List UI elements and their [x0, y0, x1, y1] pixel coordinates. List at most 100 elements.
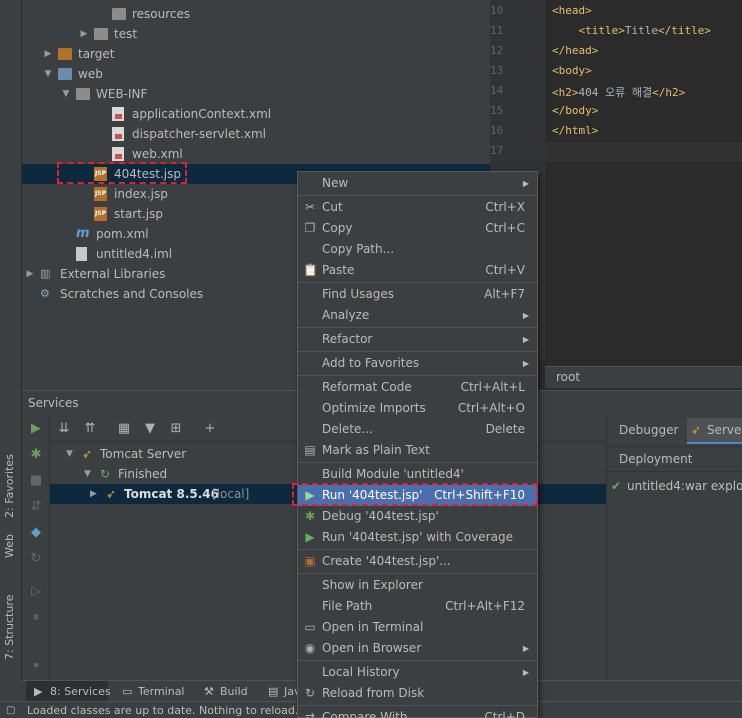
chevron-right-icon[interactable]: ▶: [90, 484, 97, 504]
editor-breadcrumb[interactable]: root: [545, 366, 742, 388]
menu-item[interactable]: Show in Explorer: [298, 575, 537, 596]
menu-item[interactable]: Add to Favorites ▶: [298, 353, 537, 374]
code-tag: <head>: [552, 4, 592, 17]
jsp-file-icon: ▣: [304, 554, 316, 568]
tree-item[interactable]: ▶ test: [22, 24, 490, 44]
tree-item-label: index.jsp: [114, 187, 168, 201]
tree-item[interactable]: dispatcher-servlet.xml: [22, 124, 490, 144]
refresh-icon[interactable]: ↻: [27, 551, 45, 569]
tree-item-label: web: [78, 67, 103, 81]
chevron-down-icon[interactable]: ▼: [42, 64, 54, 84]
menu-item-shortcut: Ctrl+D: [484, 710, 525, 718]
new-tab-icon[interactable]: ⊞: [168, 421, 184, 437]
chevron-right-icon[interactable]: ▶: [78, 24, 90, 44]
side-tool-web[interactable]: Web: [0, 528, 22, 573]
menu-item[interactable]: ▶ Run '404test.jsp' with Coverage: [298, 527, 537, 548]
menu-item-shortcut: Alt+F7: [484, 287, 525, 301]
add-icon[interactable]: +: [202, 421, 218, 437]
menu-item[interactable]: Delete... Delete: [298, 419, 537, 440]
menu-item[interactable]: Analyze ▶: [298, 305, 537, 326]
menu-item[interactable]: Build Module 'untitled4': [298, 464, 537, 485]
menu-item[interactable]: 📋 Paste Ctrl+V: [298, 260, 537, 281]
menu-item[interactable]: ▶ Run '404test.jsp' Ctrl+Shift+F10: [298, 485, 537, 506]
menu-item-label: Find Usages: [322, 287, 395, 301]
menu-item[interactable]: ◉ Open in Browser ▶: [298, 638, 537, 659]
check-icon: ✔: [611, 479, 622, 493]
menu-item[interactable]: Optimize Imports Ctrl+Alt+O: [298, 398, 537, 419]
menu-item[interactable]: File Path Ctrl+Alt+F12: [298, 596, 537, 617]
menu-item[interactable]: Reformat Code Ctrl+Alt+L: [298, 377, 537, 398]
group-by-icon[interactable]: ▦: [116, 421, 132, 437]
tab-server[interactable]: ➶ Server: [687, 418, 742, 444]
menu-item[interactable]: ▤ Mark as Plain Text: [298, 440, 537, 461]
menu-item[interactable]: ↻ Reload from Disk: [298, 683, 537, 704]
code-line[interactable]: </head>: [552, 44, 598, 57]
code-line[interactable]: <title>Title</title>: [552, 24, 710, 37]
server-details-panel: Debugger ➶ Server Deployment ✔ untitled4…: [606, 416, 742, 680]
code-line[interactable]: </html>: [552, 124, 598, 137]
xml-file-icon: [112, 147, 124, 161]
chevron-right-icon[interactable]: ▶: [24, 264, 36, 284]
collapse-all-icon[interactable]: ⇈: [82, 421, 98, 437]
resume-icon[interactable]: ▷: [27, 584, 45, 602]
menu-item[interactable]: Copy Path...: [298, 239, 537, 260]
iml-file-icon: [76, 247, 87, 261]
menu-item[interactable]: Refactor ▶: [298, 329, 537, 350]
jsp-file-icon: JSP: [94, 187, 107, 201]
code-line[interactable]: <body>: [552, 64, 592, 77]
pause-icon[interactable]: ⏸: [27, 610, 45, 628]
menu-item[interactable]: ▭ Open in Terminal: [298, 617, 537, 638]
chevron-down-icon[interactable]: ▼: [84, 464, 91, 484]
tab-label: Build: [220, 685, 248, 698]
tab-debugger[interactable]: Debugger: [619, 423, 678, 437]
menu-item-label: Optimize Imports: [322, 401, 426, 415]
menu-item[interactable]: ✂ Cut Ctrl+X: [298, 197, 537, 218]
debug-icon[interactable]: ✱: [27, 447, 45, 465]
tree-item[interactable]: resources: [22, 4, 490, 24]
chevron-down-icon[interactable]: ▼: [60, 84, 72, 104]
side-tool-favorites[interactable]: 2: Favorites: [0, 440, 22, 520]
services-left-tools: ▶ ✱ ■ ⇵ ◆ ↻ ▷ ⏸ »: [22, 416, 50, 680]
tab-terminal[interactable]: ▭ Terminal: [118, 681, 190, 702]
menu-item[interactable]: ❐ Copy Ctrl+C: [298, 218, 537, 239]
tree-item[interactable]: ▼ web: [22, 64, 490, 84]
tree-item[interactable]: ▼ WEB-INF: [22, 84, 490, 104]
side-tool-label: 7: Structure: [3, 594, 16, 660]
menu-item-label: Copy Path...: [322, 242, 395, 256]
menu-separator: [298, 705, 537, 706]
menu-item[interactable]: ⇄ Compare With... Ctrl+D: [298, 707, 537, 718]
tab-java[interactable]: ▤ Java: [268, 681, 298, 702]
artifact-icon[interactable]: ◆: [27, 525, 45, 543]
chevron-down-icon[interactable]: ▼: [66, 444, 73, 464]
line-number: 10: [490, 4, 504, 17]
expand-all-icon[interactable]: ⇊: [56, 421, 72, 437]
tree-item[interactable]: ▶ target: [22, 44, 490, 64]
breadcrumb-root[interactable]: root: [556, 370, 580, 384]
menu-item[interactable]: Local History ▶: [298, 662, 537, 683]
code-tag: </html>: [552, 124, 599, 137]
ide-window: 2: Favorites Web 7: Structure resources ▶…: [0, 0, 742, 718]
chevron-right-icon[interactable]: ▶: [42, 44, 54, 64]
deployment-item[interactable]: ✔ untitled4:war exploded: [607, 476, 742, 496]
tab-build[interactable]: ⚒ Build: [200, 681, 260, 702]
menu-item[interactable]: ✱ Debug '404test.jsp': [298, 506, 537, 527]
filter-icon[interactable]: ▼: [142, 421, 158, 437]
more-icon[interactable]: »: [27, 660, 45, 678]
code-line[interactable]: <head>: [552, 4, 592, 17]
deploy-icon[interactable]: ⇵: [27, 499, 45, 517]
side-tool-structure[interactable]: 7: Structure: [0, 590, 22, 665]
code-line[interactable]: </body>: [552, 104, 598, 117]
tree-item[interactable]: applicationContext.xml: [22, 104, 490, 124]
menu-item-label: Delete...: [322, 422, 373, 436]
stop-icon[interactable]: ■: [27, 473, 45, 491]
tab-label: Terminal: [138, 685, 185, 698]
menu-item[interactable]: Find Usages Alt+F7: [298, 284, 537, 305]
tab-services[interactable]: ▶ 8: Services: [26, 681, 111, 702]
run-icon[interactable]: ▶: [27, 421, 45, 439]
code-text: 404 오류 해결: [578, 86, 653, 99]
menu-item[interactable]: ▣ Create '404test.jsp'...: [298, 551, 537, 572]
plain-text-icon: ▤: [304, 443, 316, 457]
menu-item[interactable]: New ▶: [298, 173, 537, 194]
tree-item[interactable]: web.xml: [22, 144, 490, 164]
code-line[interactable]: <h2>404 오류 해결</h2>: [552, 84, 685, 100]
